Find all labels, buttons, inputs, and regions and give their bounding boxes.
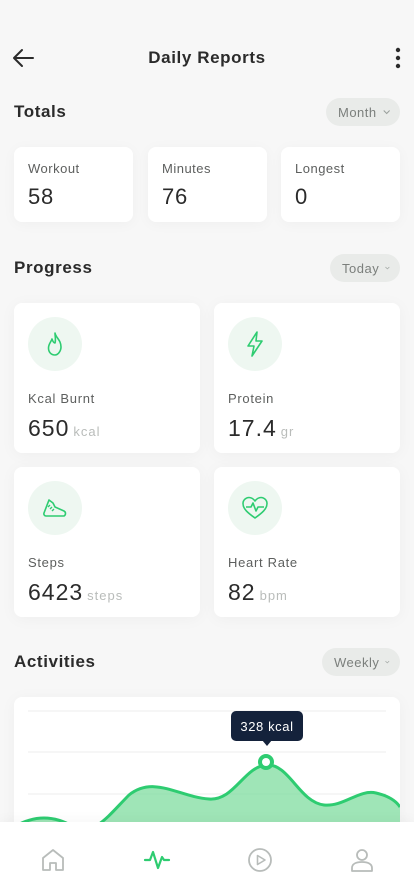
chevron-down-icon	[383, 110, 390, 115]
activities-title: Activities	[14, 652, 96, 671]
total-label: Minutes	[162, 161, 212, 176]
lightning-icon	[228, 317, 282, 371]
tab-play[interactable]	[246, 846, 274, 874]
chevron-down-icon	[385, 660, 390, 664]
progress-number: 17.4	[228, 415, 277, 441]
progress-unit: steps	[87, 588, 124, 603]
bottom-tab-bar	[0, 822, 414, 896]
progress-label: Kcal Burnt	[28, 391, 95, 406]
tab-activity[interactable]	[143, 846, 171, 874]
progress-number: 6423	[28, 579, 84, 605]
progress-number: 82	[228, 579, 256, 605]
total-label: Workout	[28, 161, 80, 176]
progress-card-protein[interactable]: Protein 17.4 gr	[214, 303, 400, 453]
totals-section-header: Totals Month	[14, 98, 400, 126]
tab-home[interactable]	[39, 846, 67, 874]
activity-icon	[143, 850, 171, 870]
page-title: Daily Reports	[148, 48, 266, 67]
play-icon	[248, 848, 272, 872]
progress-unit: kcal	[73, 424, 101, 439]
more-options-button[interactable]	[388, 42, 408, 74]
progress-title: Progress	[14, 258, 93, 277]
chart-tooltip: 328 kcal	[231, 711, 303, 741]
progress-value: 82 bpm	[228, 579, 288, 606]
total-value: 58	[28, 184, 55, 209]
chevron-down-icon	[385, 266, 390, 270]
total-value: 76	[162, 184, 189, 209]
total-label: Longest	[295, 161, 345, 176]
flame-icon	[28, 317, 82, 371]
shoe-icon	[28, 481, 82, 535]
header: Daily Reports	[0, 40, 414, 76]
active-point-center	[262, 758, 270, 766]
totals-period-dropdown[interactable]: Month	[326, 98, 400, 126]
home-icon	[42, 849, 64, 871]
totals-period-label: Month	[338, 104, 377, 120]
activities-section-header: Activities Weekly	[14, 648, 400, 676]
heart-rate-icon	[228, 481, 282, 535]
profile-icon	[351, 849, 373, 872]
progress-label: Steps	[28, 555, 65, 570]
total-value: 0	[295, 184, 309, 209]
progress-label: Protein	[228, 391, 275, 406]
progress-number: 650	[28, 415, 70, 441]
progress-period-dropdown[interactable]: Today	[330, 254, 400, 282]
totals-title: Totals	[14, 102, 67, 121]
total-card-longest: Longest 0	[281, 147, 400, 222]
progress-value: 17.4 gr	[228, 415, 294, 442]
progress-card-heart-rate[interactable]: Heart Rate 82 bpm	[214, 467, 400, 617]
progress-unit: gr	[280, 424, 295, 439]
progress-value: 6423 steps	[28, 579, 123, 606]
progress-card-kcal[interactable]: Kcal Burnt 650 kcal	[14, 303, 200, 453]
tab-profile[interactable]	[348, 846, 376, 874]
progress-value: 650 kcal	[28, 415, 101, 442]
tooltip-arrow	[262, 740, 272, 746]
activities-period-dropdown[interactable]: Weekly	[322, 648, 400, 676]
activities-period-label: Weekly	[334, 654, 380, 670]
progress-card-steps[interactable]: Steps 6423 steps	[14, 467, 200, 617]
progress-unit: bpm	[259, 588, 288, 603]
progress-section-header: Progress Today	[14, 254, 400, 282]
progress-period-label: Today	[342, 260, 380, 276]
progress-label: Heart Rate	[228, 555, 298, 570]
tooltip-value: 328 kcal	[240, 718, 294, 734]
total-card-minutes: Minutes 76	[148, 147, 267, 222]
more-vertical-icon	[395, 47, 401, 69]
total-card-workout: Workout 58	[14, 147, 133, 222]
